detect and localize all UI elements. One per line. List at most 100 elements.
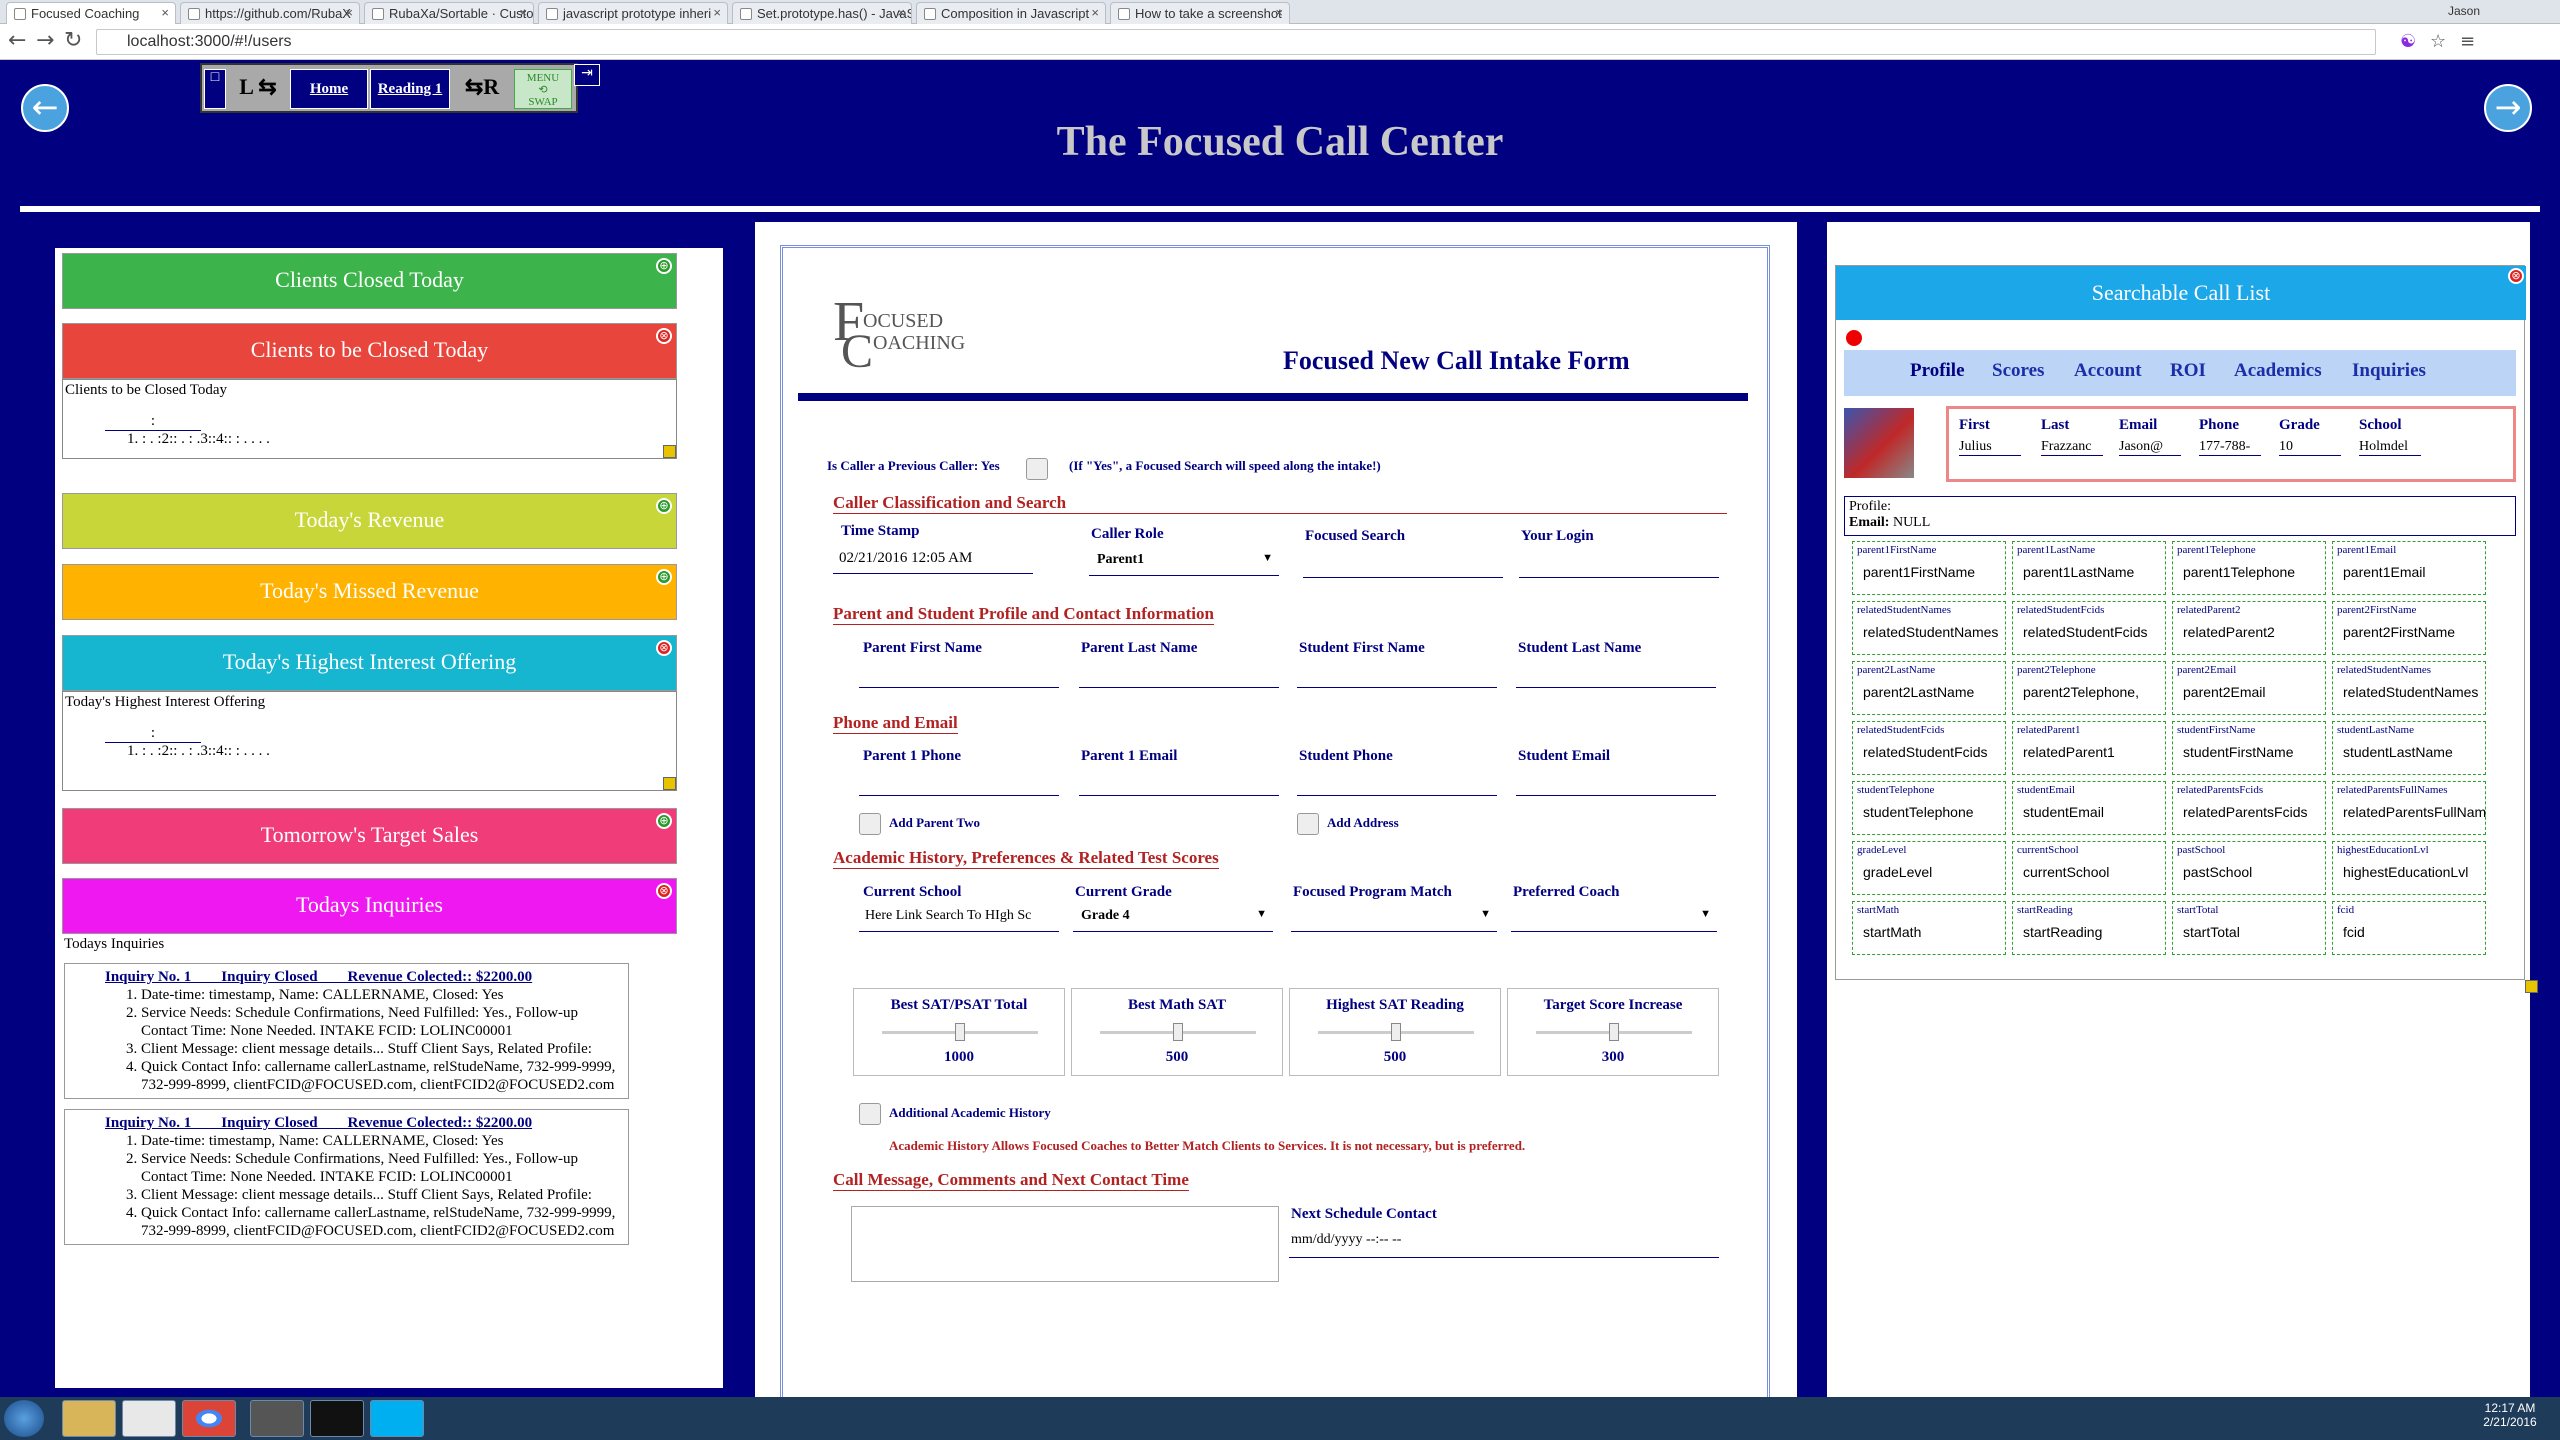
clock[interactable]: 12:17 AM 2/21/2016: [2470, 1401, 2550, 1429]
card-header[interactable]: Clients to be Closed Today ⊗: [62, 323, 677, 379]
close-icon[interactable]: ×: [519, 5, 527, 20]
profile-field[interactable]: relatedParentsFcids relatedParentsFcids: [2172, 781, 2326, 835]
terminal-icon[interactable]: [310, 1400, 364, 1437]
nav-right-button[interactable]: ⇆R: [452, 69, 512, 109]
back-icon[interactable]: ←: [8, 28, 26, 53]
slider-track[interactable]: [1318, 1023, 1474, 1041]
card-header[interactable]: Today's Missed Revenue ⊕: [62, 564, 677, 620]
profile-field[interactable]: pastSchool pastSchool: [2172, 841, 2326, 895]
record-indicator-icon[interactable]: [1846, 330, 1862, 346]
expand-icon[interactable]: ⊕: [656, 258, 672, 274]
profile-field[interactable]: parent1LastName parent1LastName: [2012, 541, 2166, 595]
skype-icon[interactable]: [370, 1400, 424, 1437]
profile-field[interactable]: studentEmail studentEmail: [2012, 781, 2166, 835]
profile-name[interactable]: Jason: [2448, 4, 2480, 18]
nav-left-button[interactable]: L ⇆: [228, 69, 288, 109]
profile-field[interactable]: studentLastName studentLastName: [2332, 721, 2486, 775]
close-icon[interactable]: ⊗: [656, 640, 672, 656]
apps-icon[interactable]: [122, 1400, 176, 1437]
tab-scores[interactable]: Scores: [1992, 360, 2044, 382]
card-header[interactable]: Clients Closed Today ⊕: [62, 253, 677, 309]
tab-profile[interactable]: Profile: [1910, 360, 1965, 382]
add-address-checkbox[interactable]: [1297, 813, 1319, 835]
browser-tab[interactable]: https://github.com/RubaX ×: [180, 2, 360, 24]
tab-account[interactable]: Account: [2074, 360, 2142, 382]
chrome-icon[interactable]: [182, 1400, 236, 1437]
resize-handle-icon[interactable]: [663, 777, 676, 790]
browser-tab[interactable]: Composition in Javascript ×: [916, 2, 1106, 24]
reload-icon[interactable]: ↻: [64, 28, 82, 53]
browser-tab[interactable]: RubaXa/Sortable · Custom ×: [364, 2, 534, 24]
settings-icon[interactable]: ≡: [2460, 31, 2475, 52]
student-email-input[interactable]: [1516, 766, 1716, 796]
profile-field[interactable]: relatedStudentFcids relatedStudentFcids: [1852, 721, 2006, 775]
card-header[interactable]: Today's Revenue ⊕: [62, 493, 677, 549]
expand-icon[interactable]: ⊕: [656, 498, 672, 514]
profile-field[interactable]: highestEducationLvl highestEducationLvl: [2332, 841, 2486, 895]
close-icon[interactable]: ⊗: [2508, 268, 2524, 284]
resize-handle-icon[interactable]: [2525, 980, 2538, 993]
resize-handle-icon[interactable]: [663, 445, 676, 458]
card-header[interactable]: Todays Inquiries ⊗: [62, 878, 677, 934]
menu-swap-button[interactable]: MENU ⟲ SWAP: [514, 69, 572, 109]
profile-summary[interactable]: First Last Email Phone Grade School Juli…: [1946, 406, 2516, 482]
close-icon[interactable]: ×: [897, 5, 905, 20]
slider-track[interactable]: [882, 1023, 1038, 1041]
profile-field[interactable]: relatedParentsFullNames relatedParentsFul…: [2332, 781, 2486, 835]
tab-academics[interactable]: Academics: [2234, 360, 2322, 382]
browser-tab[interactable]: Set.prototype.has() - JavaS ×: [732, 2, 912, 24]
profile-field[interactable]: relatedParent1 relatedParent1: [2012, 721, 2166, 775]
student-first-name-input[interactable]: [1297, 658, 1497, 688]
current-school-input[interactable]: Here Link Search To HIgh Sc: [859, 904, 1059, 932]
next-contact-input[interactable]: mm/dd/yyyy --:-- --: [1289, 1228, 1719, 1258]
close-icon[interactable]: ×: [1091, 5, 1099, 20]
slider-thumb[interactable]: [1391, 1023, 1401, 1041]
profile-field[interactable]: studentTelephone studentTelephone: [1852, 781, 2006, 835]
parent-first-name-input[interactable]: [859, 658, 1059, 688]
nav-home-link[interactable]: Home: [290, 69, 368, 109]
slider-track[interactable]: [1100, 1023, 1256, 1041]
add-parent-checkbox[interactable]: [859, 813, 881, 835]
close-icon[interactable]: ×: [713, 5, 721, 20]
forward-icon[interactable]: →: [36, 28, 54, 53]
card-header[interactable]: Tomorrow's Target Sales ⊕: [62, 808, 677, 864]
profile-field[interactable]: parent2Telephone parent2Telephone,: [2012, 661, 2166, 715]
additional-history-checkbox[interactable]: [859, 1103, 881, 1125]
expand-icon[interactable]: ⊕: [656, 569, 672, 585]
close-icon[interactable]: ×: [1275, 5, 1283, 20]
slider-track[interactable]: [1536, 1023, 1692, 1041]
browser-tab[interactable]: javascript prototype inheri ×: [538, 2, 728, 24]
slider-thumb[interactable]: [1609, 1023, 1619, 1041]
current-grade-select[interactable]: Grade 4 ▼: [1073, 904, 1273, 932]
profile-field[interactable]: parent2FirstName parent2FirstName: [2332, 601, 2486, 655]
browser-tab[interactable]: How to take a screenshot ×: [1110, 2, 1290, 24]
student-phone-input[interactable]: [1297, 766, 1497, 796]
parent1-email-input[interactable]: [1079, 766, 1279, 796]
prev-caller-checkbox[interactable]: [1026, 458, 1048, 480]
close-icon[interactable]: ⊗: [656, 883, 672, 899]
profile-field[interactable]: parent1Email parent1Email: [2332, 541, 2486, 595]
timestamp-input[interactable]: 02/21/2016 12:05 AM: [833, 546, 1033, 574]
explorer-icon[interactable]: [62, 1400, 116, 1437]
profile-field[interactable]: parent2Email parent2Email: [2172, 661, 2326, 715]
profile-field[interactable]: parent1Telephone parent1Telephone: [2172, 541, 2326, 595]
call-list-header[interactable]: Searchable Call List ⊗: [1836, 266, 2526, 320]
profile-field[interactable]: studentFirstName studentFirstName: [2172, 721, 2326, 775]
close-icon[interactable]: ⊗: [656, 328, 672, 344]
caller-role-select[interactable]: Parent1 ▼: [1089, 548, 1279, 576]
profile-field[interactable]: currentSchool currentSchool: [2012, 841, 2166, 895]
slider-thumb[interactable]: [1173, 1023, 1183, 1041]
browser-tab[interactable]: Focused Coaching ×: [6, 2, 176, 24]
profile-field[interactable]: relatedStudentNames relatedStudentNames: [1852, 601, 2006, 655]
profile-field[interactable]: startMath startMath: [1852, 901, 2006, 955]
card-header[interactable]: Today's Highest Interest Offering ⊗: [62, 635, 677, 691]
close-icon[interactable]: ×: [345, 5, 353, 20]
profile-field[interactable]: startReading startReading: [2012, 901, 2166, 955]
expand-icon[interactable]: ⊕: [656, 813, 672, 829]
parent-last-name-input[interactable]: [1079, 658, 1279, 688]
student-last-name-input[interactable]: [1516, 658, 1716, 688]
profile-field[interactable]: parent2LastName parent2LastName: [1852, 661, 2006, 715]
parent1-phone-input[interactable]: [859, 766, 1059, 796]
close-icon[interactable]: ×: [161, 5, 169, 20]
call-message-textarea[interactable]: [851, 1206, 1279, 1282]
